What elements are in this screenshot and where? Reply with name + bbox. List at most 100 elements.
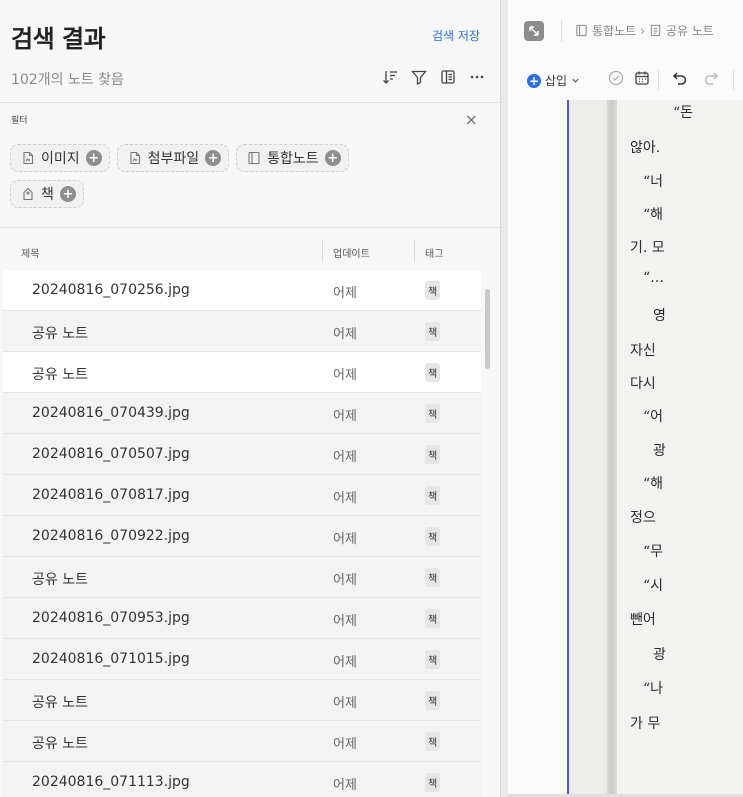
tag-icon <box>21 187 35 201</box>
book-gutter <box>607 100 617 794</box>
row-tag[interactable]: 책 <box>425 609 441 628</box>
add-icon[interactable]: + <box>324 150 341 166</box>
divider <box>0 227 500 228</box>
book-text-line: 정으 <box>630 510 656 526</box>
add-icon[interactable]: + <box>59 186 76 202</box>
checkbox-icon[interactable] <box>608 70 624 86</box>
notebook-stack-icon <box>247 151 261 165</box>
divider <box>0 102 500 103</box>
column-header-tags[interactable]: 태그 <box>425 245 443 260</box>
book-text-line: 영 <box>653 308 666 324</box>
close-filter-button[interactable]: × <box>465 110 478 129</box>
filter-icon[interactable] <box>410 67 428 87</box>
notebook-stack-icon <box>575 24 588 37</box>
row-title: 공유 노트 <box>32 572 88 588</box>
results-toolbar <box>381 67 486 87</box>
row-title: 20240816_071113.jpg <box>32 774 190 790</box>
column-resizer[interactable] <box>414 240 415 262</box>
attachment-icon <box>128 151 142 165</box>
column-header-title[interactable]: 제목 <box>21 245 39 260</box>
breadcrumb-item[interactable]: 통합노트 <box>592 22 636 39</box>
row-title: 20240816_071015.jpg <box>32 651 190 667</box>
save-search-button[interactable]: 검색 저장 <box>432 27 480 44</box>
divider <box>561 20 562 42</box>
filter-chip-label: 첨부파일 <box>147 151 200 167</box>
table-row[interactable]: 공유 노트 어제 책 <box>3 680 481 721</box>
row-updated: 어제 <box>333 491 357 506</box>
row-tag[interactable]: 책 <box>425 404 441 423</box>
filter-chip-notebook[interactable]: 통합노트 + <box>236 144 349 172</box>
scrollbar[interactable] <box>485 289 490 369</box>
breadcrumb-item[interactable]: 공유 노트 <box>666 22 714 39</box>
filter-chip-label: 이미지 <box>41 151 80 167</box>
book-text-line: “나 <box>643 681 664 697</box>
table-row[interactable]: 공유 노트 어제 책 <box>3 352 481 393</box>
book-text-line: 광 <box>653 443 666 459</box>
table-row[interactable]: 20240816_071113.jpg 어제 책 <box>3 762 481 797</box>
table-row[interactable]: 공유 노트 어제 책 <box>3 311 481 352</box>
row-tag[interactable]: 책 <box>425 527 441 546</box>
results-table: 20240816_070256.jpg 어제 책 공유 노트 어제 책 공유 노트 어제 책 20… <box>3 270 481 797</box>
row-updated: 어제 <box>333 532 357 547</box>
row-tag[interactable]: 책 <box>425 773 441 792</box>
row-tag[interactable]: 책 <box>425 691 441 710</box>
row-tag[interactable]: 책 <box>425 363 441 382</box>
row-tag[interactable]: 책 <box>425 486 441 505</box>
add-icon[interactable]: + <box>85 150 102 166</box>
insert-button[interactable]: + 삽입 <box>527 72 580 89</box>
book-text-line: 뺀어 <box>630 612 656 628</box>
row-tag[interactable]: 책 <box>425 322 441 341</box>
editor-top-bar: 통합노트 › 공유 노트 <box>508 0 743 60</box>
panel-divider[interactable] <box>500 0 508 797</box>
table-row[interactable]: 공유 노트 어제 책 <box>3 557 481 598</box>
row-title: 20240816_070507.jpg <box>32 446 190 462</box>
row-title: 20240816_070953.jpg <box>32 610 190 626</box>
table-row[interactable]: 공유 노트 어제 책 <box>3 721 481 762</box>
table-row[interactable]: 20240816_070507.jpg 어제 책 <box>3 434 481 475</box>
row-updated: 어제 <box>333 409 357 424</box>
calendar-icon[interactable] <box>634 70 650 86</box>
add-icon[interactable]: + <box>205 150 222 166</box>
divider <box>733 70 734 90</box>
row-tag[interactable]: 책 <box>425 650 441 669</box>
book-text-line: “어 <box>643 409 664 425</box>
filter-chip-attachment[interactable]: 첨부파일 + <box>116 144 230 172</box>
more-options-icon[interactable] <box>468 67 486 87</box>
sort-icon[interactable] <box>381 67 399 87</box>
divider <box>658 70 659 90</box>
undo-icon[interactable] <box>672 70 688 86</box>
row-tag[interactable]: 책 <box>425 568 441 587</box>
book-text-line: 다시 <box>630 376 656 392</box>
row-tag[interactable]: 책 <box>425 281 441 300</box>
filter-chip-label: 통합노트 <box>267 151 319 167</box>
row-title: 20240816_070817.jpg <box>32 487 190 503</box>
filter-chip-label: 책 <box>41 187 54 203</box>
table-row[interactable]: 20240816_071015.jpg 어제 책 <box>3 639 481 680</box>
book-text-line: 광 <box>653 647 666 663</box>
table-row[interactable]: 20240816_070922.jpg 어제 책 <box>3 516 481 557</box>
row-updated: 어제 <box>333 327 357 342</box>
result-count: 102개의 노트 찾음 <box>11 72 124 88</box>
table-row[interactable]: 20240816_070817.jpg 어제 책 <box>3 475 481 516</box>
table-row[interactable]: 20240816_070256.jpg 어제 책 <box>3 270 481 311</box>
book-text-line: “해 <box>643 476 664 492</box>
breadcrumb-separator: › <box>640 23 645 38</box>
row-tag[interactable]: 책 <box>425 732 441 751</box>
image-icon <box>21 151 35 165</box>
book-text-line: “시 <box>643 578 664 594</box>
row-tag[interactable]: 책 <box>425 445 441 464</box>
table-row[interactable]: 20240816_070439.jpg 어제 책 <box>3 393 481 434</box>
view-options-icon[interactable] <box>439 67 457 87</box>
filter-chips: 이미지 + 첨부파일 + 통합노트 + 책 + <box>10 144 410 208</box>
expand-icon[interactable] <box>524 21 544 41</box>
row-title: 공유 노트 <box>32 367 88 383</box>
note-editor-panel: 통합노트 › 공유 노트 + 삽입 “돈 않아. “너 “해 기. 모 “… 영 자신 다시 “ <box>508 0 743 797</box>
redo-icon[interactable] <box>703 70 719 86</box>
column-header-updated[interactable]: 업데이트 <box>333 245 370 260</box>
row-updated: 어제 <box>333 655 357 670</box>
column-resizer[interactable] <box>322 240 323 262</box>
filter-chip-tag[interactable]: 책 + <box>10 180 84 208</box>
plus-icon: + <box>527 73 541 88</box>
filter-chip-image[interactable]: 이미지 + <box>10 144 110 172</box>
table-row[interactable]: 20240816_070953.jpg 어제 책 <box>3 598 481 639</box>
